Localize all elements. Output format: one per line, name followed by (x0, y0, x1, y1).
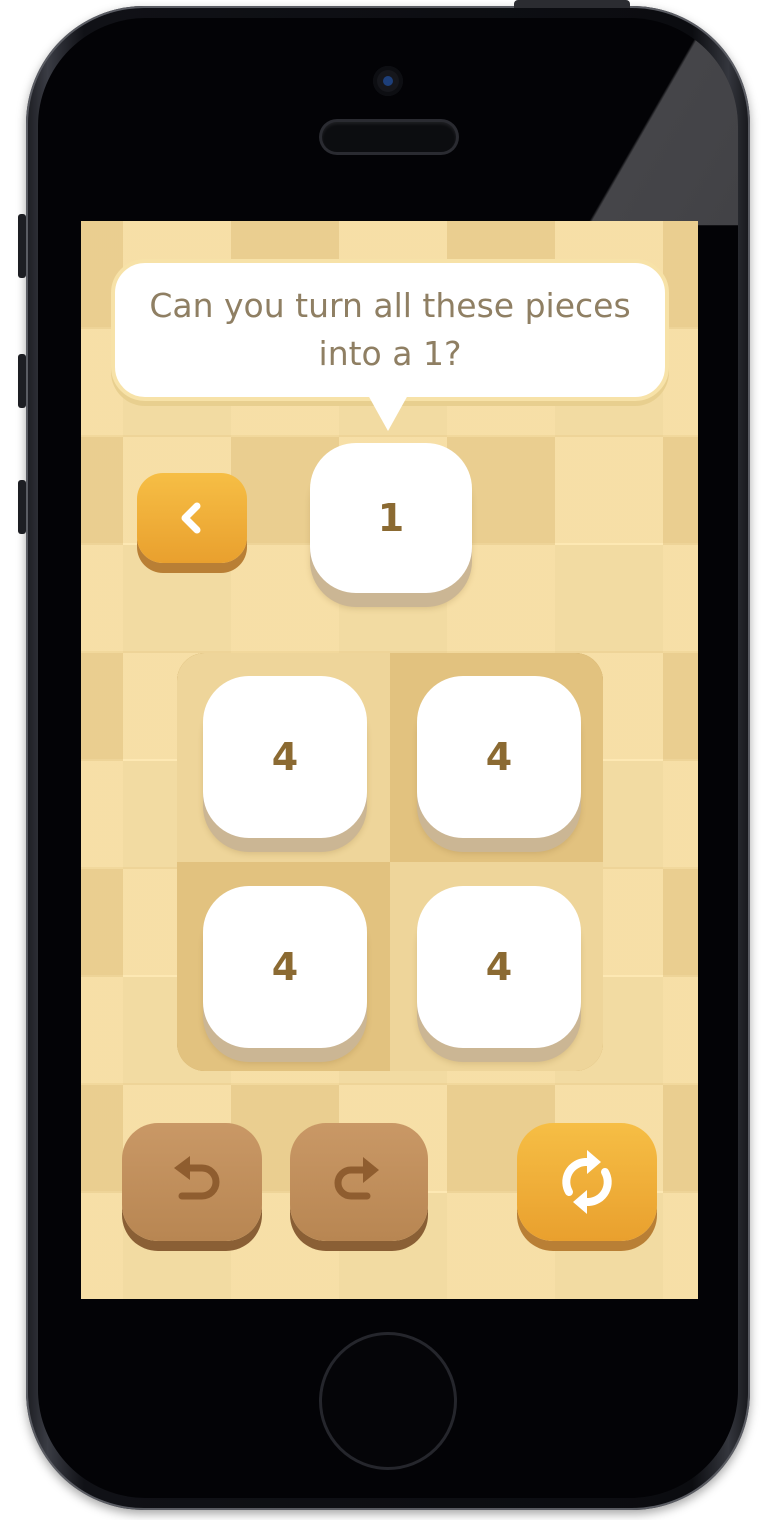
target-tile: 1 (310, 443, 472, 593)
home-button[interactable] (319, 1332, 457, 1470)
undo-arrow-icon (174, 1156, 220, 1200)
tile-value: 4 (485, 735, 513, 779)
restart-cycle-icon (562, 1150, 612, 1214)
board-tile[interactable]: 4 (417, 676, 581, 838)
target-value: 1 (377, 496, 405, 540)
tile-value: 4 (271, 945, 299, 989)
redo-arrow-icon (334, 1157, 379, 1200)
earpiece-speaker (322, 122, 456, 152)
tile-value: 4 (485, 945, 513, 989)
chevron-left-icon (181, 502, 201, 534)
restart-button[interactable] (517, 1123, 657, 1241)
tile-value: 4 (271, 735, 299, 779)
board-tile[interactable]: 4 (203, 676, 367, 838)
power-button (514, 0, 630, 8)
volume-up-button (18, 354, 26, 408)
board-tile[interactable]: 4 (417, 886, 581, 1048)
back-button[interactable] (137, 473, 247, 563)
undo-button[interactable] (122, 1123, 262, 1241)
prompt-bubble: Can you turn all these pieces into a 1? (111, 259, 669, 401)
prompt-text: Can you turn all these pieces into a 1? (149, 286, 631, 373)
game-screen: Can you turn all these pieces into a 1? … (81, 221, 698, 1299)
board-tile[interactable]: 4 (203, 886, 367, 1048)
volume-down-button (18, 480, 26, 534)
redo-button[interactable] (290, 1123, 428, 1241)
front-camera (373, 66, 403, 96)
mute-switch (18, 214, 26, 278)
